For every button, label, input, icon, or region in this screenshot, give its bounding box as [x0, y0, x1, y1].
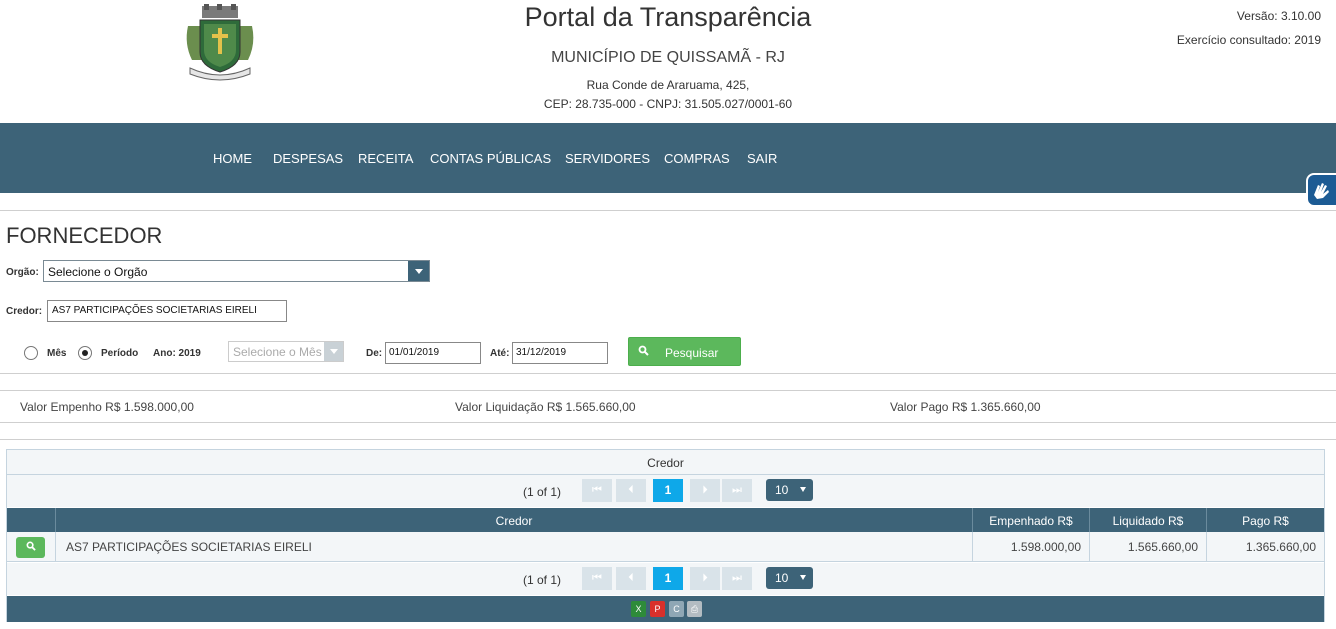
credor-data-table: Credor (1 of 1) ⏮ ⏴ 1 ⏵ ⏭ 10 Credor Empe…: [6, 449, 1325, 622]
excel-icon[interactable]: X: [631, 601, 646, 617]
column-header-empenhado[interactable]: Empenhado R$: [973, 508, 1090, 532]
next-page-icon[interactable]: ⏵: [690, 567, 720, 590]
orgao-select-value: Selecione o Orgão: [48, 265, 148, 279]
portal-title: Portal da Transparência: [524, 2, 812, 32]
orgao-select[interactable]: Selecione o Orgão: [43, 260, 430, 282]
address-line-2: CEP: 28.735-000 - CNPJ: 31.505.027/0001-…: [543, 97, 793, 111]
last-page-icon[interactable]: ⏭: [722, 567, 752, 590]
municipality-name: MUNICÍPIO DE QUISSAMÃ - RJ: [551, 49, 785, 66]
column-header-liquidado[interactable]: Liquidado R$: [1090, 508, 1207, 532]
view-details-button[interactable]: [16, 537, 45, 558]
page-header: Portal da Transparência MUNICÍPIO DE QUI…: [0, 0, 1336, 123]
ano-label: Ano: 2019: [153, 348, 201, 359]
table-row: AS7 PARTICIPAÇÕES SOCIETARIAS EIRELI 1.5…: [7, 532, 1324, 562]
page-title: FORNECEDOR: [6, 223, 163, 248]
first-page-icon[interactable]: ⏮: [582, 567, 612, 590]
cell-empenhado: 1.598.000,00: [973, 532, 1090, 562]
cell-credor: AS7 PARTICIPAÇÕES SOCIETARIAS EIRELI: [56, 532, 973, 562]
divider: [0, 373, 1336, 374]
credor-label: Credor:: [6, 306, 43, 317]
nav-servidores[interactable]: SERVIDORES: [565, 151, 650, 166]
total-pago-value: 1.365.660,00: [970, 400, 1041, 414]
last-page-icon[interactable]: ⏭: [722, 479, 752, 502]
cell-pago: 1.365.660,00: [1245, 540, 1316, 554]
search-button-label: Pesquisar: [665, 346, 719, 360]
version-text: Versão: 3.10.00: [1236, 9, 1321, 23]
print-icon[interactable]: ⎙: [687, 601, 702, 617]
chevron-down-icon[interactable]: [324, 342, 343, 361]
total-pago-label: Valor Pago R$: [890, 400, 968, 414]
mes-select-placeholder: Selecione o Mês: [233, 345, 322, 359]
row-action-cell: [7, 532, 56, 562]
sign-language-hands-icon: [1314, 183, 1329, 199]
nav-despesas[interactable]: DESPESAS: [273, 151, 343, 166]
divider: [0, 422, 1336, 423]
nav-sair[interactable]: SAIR: [747, 151, 777, 166]
search-icon: [26, 541, 36, 551]
chevron-down-icon[interactable]: [408, 261, 429, 281]
credor-input[interactable]: AS7 PARTICIPAÇÕES SOCIETARIAS EIRELI: [47, 300, 287, 322]
radio-mes-label: Mês: [47, 348, 67, 359]
main-navbar: HOME DESPESAS RECEITA CONTAS PÚBLICAS SE…: [0, 123, 1336, 193]
radio-periodo[interactable]: [78, 346, 92, 360]
de-label: De:: [366, 348, 383, 359]
radio-mes[interactable]: [24, 346, 38, 360]
mes-select[interactable]: Selecione o Mês: [228, 341, 344, 362]
address-line-1: Rua Conde de Araruama, 425,: [586, 78, 750, 92]
nav-home[interactable]: HOME: [213, 151, 252, 166]
cell-liquidado: 1.565.660,00: [1090, 532, 1207, 562]
first-page-icon[interactable]: ⏮: [582, 479, 612, 502]
column-header-action: [7, 508, 56, 532]
fiscal-year-text: Exercício consultado: 2019: [1176, 33, 1321, 47]
rows-per-page-select[interactable]: 10: [766, 567, 813, 589]
nav-compras[interactable]: COMPRAS: [664, 151, 730, 166]
nav-receita[interactable]: RECEITA: [358, 151, 413, 166]
divider: [0, 390, 1336, 391]
table-pager-top: (1 of 1) ⏮ ⏴ 1 ⏵ ⏭ 10: [7, 475, 1324, 507]
page-button-current[interactable]: 1: [653, 567, 683, 590]
radio-periodo-label: Período: [101, 348, 139, 359]
total-empenho: Valor Empenho R$ 1.598.000,00: [20, 400, 194, 414]
total-pago: Valor Pago R$ 1.365.660,00: [890, 400, 1041, 414]
next-page-icon[interactable]: ⏵: [690, 479, 720, 502]
column-header-credor[interactable]: Credor: [56, 508, 973, 532]
page-button-current[interactable]: 1: [653, 479, 683, 502]
table-pager-bottom: (1 of 1) ⏮ ⏴ 1 ⏵ ⏭ 10: [7, 563, 1324, 595]
divider: [0, 210, 1336, 211]
table-caption: Credor: [7, 450, 1324, 475]
total-empenho-value: 1.598.000,00: [123, 400, 194, 414]
total-liquidacao: Valor Liquidação R$ 1.565.660,00: [455, 400, 636, 414]
search-button[interactable]: Pesquisar: [628, 337, 741, 366]
pdf-icon[interactable]: P: [650, 601, 665, 617]
table-export-bar: X P C ⎙: [7, 596, 1324, 622]
date-from-input[interactable]: 01/01/2019: [385, 342, 481, 364]
prev-page-icon[interactable]: ⏴: [616, 567, 646, 590]
date-to-input[interactable]: 31/12/2019: [512, 342, 608, 364]
total-liquidacao-label: Valor Liquidação R$: [455, 400, 563, 414]
divider: [0, 439, 1336, 440]
prev-page-icon[interactable]: ⏴: [616, 479, 646, 502]
total-liquidacao-value: 1.565.660,00: [565, 400, 636, 414]
nav-contas-publicas[interactable]: CONTAS PÚBLICAS: [430, 151, 551, 166]
rows-per-page-select[interactable]: 10: [766, 479, 813, 501]
page-count-text: (1 of 1): [523, 573, 562, 587]
total-empenho-label: Valor Empenho R$: [20, 400, 121, 414]
search-icon: [638, 345, 649, 359]
orgao-label: Orgão:: [6, 267, 39, 278]
table-header: Credor Empenhado R$ Liquidado R$ Pago R$: [7, 508, 1324, 532]
csv-icon[interactable]: C: [669, 601, 684, 617]
accessibility-sign-language-button[interactable]: [1306, 173, 1336, 207]
ate-label: Até:: [490, 348, 510, 359]
column-header-pago[interactable]: Pago R$: [1207, 508, 1324, 532]
page-count-text: (1 of 1): [523, 485, 562, 499]
